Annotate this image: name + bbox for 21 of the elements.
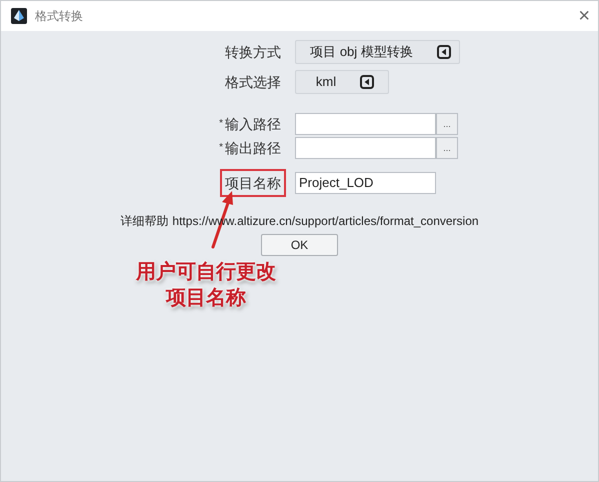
field-label: *输出路径 (218, 139, 282, 158)
browse-button[interactable]: ... (436, 137, 458, 159)
close-button[interactable]: × (578, 6, 590, 26)
field-label: 项目名称 (220, 168, 286, 196)
field-label: 格式选择 (224, 73, 282, 92)
ok-button[interactable]: OK (261, 234, 338, 256)
window-title: 格式转换 (35, 8, 83, 25)
project-name-field[interactable]: Project_LOD (295, 172, 436, 194)
annotation-text: 项目名称 (166, 286, 246, 311)
field-label: *输入路径 (218, 115, 282, 134)
browse-button[interactable]: ... (436, 113, 458, 135)
caret-icon (436, 45, 451, 59)
app-logo-icon (11, 8, 27, 24)
annotation-text: 用户可自行更改 (136, 260, 276, 285)
caret-icon (360, 75, 374, 89)
field-label: 转换方式 (224, 43, 282, 62)
path-field[interactable] (295, 113, 436, 135)
dropdown[interactable]: 项目 obj 模型转换 (295, 40, 460, 64)
dropdown[interactable]: kml (295, 70, 389, 94)
path-field[interactable] (295, 137, 436, 159)
help-label: 详细帮助 (120, 214, 168, 228)
